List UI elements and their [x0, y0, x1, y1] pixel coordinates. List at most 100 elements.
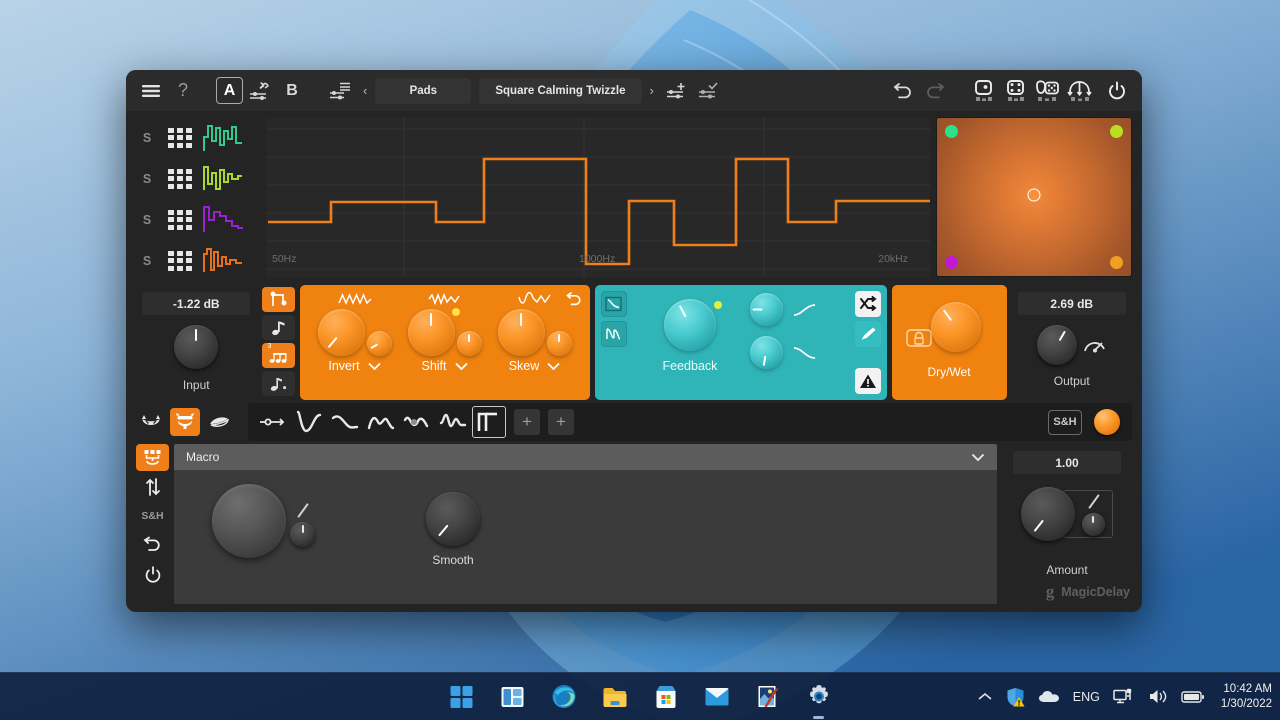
- pen-tool-icon[interactable]: [854, 321, 881, 347]
- shift-sub-knob[interactable]: [456, 331, 482, 356]
- redo-arrow-icon[interactable]: [920, 77, 950, 104]
- macro-mod-knob[interactable]: [290, 522, 315, 547]
- grid-pattern-icon[interactable]: [168, 168, 192, 189]
- copy-sliders-right-icon[interactable]: [245, 77, 275, 104]
- reset-arrow-icon[interactable]: [564, 289, 586, 309]
- cat-face-icon[interactable]: [136, 408, 166, 436]
- power-icon[interactable]: [1102, 77, 1132, 104]
- slot-a-button[interactable]: A: [216, 77, 243, 104]
- devil-face-icon[interactable]: [170, 408, 200, 436]
- feedback-knob[interactable]: [663, 299, 722, 351]
- sliders-list-icon[interactable]: [325, 77, 355, 104]
- curve-ease-out-icon[interactable]: [793, 303, 817, 317]
- output-value-field[interactable]: 2.69 dB: [1017, 292, 1126, 315]
- macro-routing-icon[interactable]: [136, 444, 169, 471]
- curve-ease-down-icon[interactable]: [793, 346, 817, 360]
- chevron-down-icon[interactable]: [971, 453, 985, 462]
- preset-name-chip[interactable]: Square Calming Twizzle: [479, 77, 642, 104]
- mod-meter-icon[interactable]: [1083, 334, 1107, 356]
- mod-assign-slash-icon[interactable]: [296, 503, 309, 518]
- feedback-damp-knob[interactable]: [749, 336, 783, 369]
- add-shape-button[interactable]: +: [514, 409, 540, 435]
- smooth-knob[interactable]: [426, 492, 480, 546]
- step-wave-icon[interactable]: [202, 164, 244, 194]
- onedrive-cloud-icon[interactable]: [1038, 690, 1060, 704]
- solo-button-1[interactable]: S: [136, 131, 158, 145]
- slot-b-button[interactable]: B: [277, 77, 307, 104]
- input-knob[interactable]: [174, 325, 219, 369]
- file-explorer-icon[interactable]: [602, 684, 628, 710]
- xy-cursor-handle[interactable]: [1027, 188, 1041, 202]
- dice-pair-icon[interactable]: [1032, 77, 1062, 104]
- macro-depth-knob[interactable]: [212, 484, 286, 558]
- sliders-check-icon[interactable]: [694, 77, 724, 104]
- v-dip-wave-icon[interactable]: [292, 406, 326, 438]
- solo-button-3[interactable]: S: [136, 213, 158, 227]
- random-morph-icon[interactable]: [1064, 77, 1094, 104]
- widgets-icon[interactable]: [500, 684, 526, 710]
- up-down-arrows-icon[interactable]: [136, 473, 169, 501]
- network-icon[interactable]: [1113, 688, 1135, 706]
- clock-widget[interactable]: 10:42 AM 1/30/2022: [1221, 682, 1272, 712]
- mod-assign-slash-icon[interactable]: [1088, 493, 1100, 509]
- chevron-up-icon[interactable]: [977, 691, 993, 703]
- lock-icon[interactable]: [905, 327, 932, 354]
- gentle-slope-wave-icon[interactable]: [328, 406, 362, 438]
- chevron-down-icon[interactable]: [454, 362, 468, 371]
- warning-triangle-icon[interactable]: [854, 368, 881, 394]
- dice-five-icon[interactable]: [1000, 77, 1030, 104]
- grid-pattern-icon[interactable]: [168, 209, 192, 230]
- language-indicator[interactable]: ENG: [1073, 690, 1100, 704]
- single-note-icon[interactable]: [261, 315, 295, 340]
- amount-knob[interactable]: [1021, 487, 1075, 541]
- bumpy-wave-icon[interactable]: [364, 406, 398, 438]
- amount-mod-knob[interactable]: [1081, 512, 1105, 536]
- shift-knob[interactable]: [407, 308, 460, 356]
- feedback-time-knob[interactable]: [749, 293, 783, 326]
- step-square-wave-icon[interactable]: [472, 406, 506, 438]
- settings-icon[interactable]: [806, 684, 832, 710]
- undo-arrow-icon[interactable]: [888, 77, 918, 104]
- defender-shield-warning-icon[interactable]: [1006, 687, 1025, 707]
- input-value-field[interactable]: -1.22 dB: [142, 292, 251, 315]
- prev-preset-button[interactable]: ‹: [357, 83, 373, 98]
- battery-icon[interactable]: [1181, 690, 1205, 704]
- filter-curve-icon[interactable]: [600, 291, 627, 317]
- drywet-knob[interactable]: [931, 302, 981, 352]
- xy-corner-dot-top-right[interactable]: [1110, 125, 1123, 138]
- chevron-down-icon[interactable]: [367, 362, 381, 371]
- macro-source-dropdown[interactable]: Macro: [174, 444, 997, 470]
- volume-icon[interactable]: [1148, 688, 1168, 705]
- grid-pattern-icon[interactable]: [168, 250, 192, 271]
- step-sequence-icon[interactable]: [261, 287, 295, 312]
- skew-knob[interactable]: [497, 309, 545, 356]
- preset-category-chip[interactable]: Pads: [375, 77, 472, 104]
- grid-pattern-icon[interactable]: [168, 127, 192, 148]
- mail-icon[interactable]: [704, 684, 730, 710]
- invert-knob[interactable]: [317, 309, 365, 356]
- undo-arrow-icon[interactable]: [136, 531, 169, 559]
- filter-slope-icon[interactable]: [600, 321, 627, 347]
- sample-point-icon[interactable]: [256, 406, 290, 438]
- xy-corner-dot-top-left[interactable]: [945, 125, 958, 138]
- invert-sub-knob[interactable]: [366, 331, 392, 356]
- add-lane-button[interactable]: +: [548, 409, 574, 435]
- sliders-plus-icon[interactable]: [662, 77, 692, 104]
- sample-hold-button[interactable]: S&H: [1048, 409, 1082, 435]
- start-button-icon[interactable]: [449, 684, 475, 710]
- help-button[interactable]: ?: [168, 77, 198, 104]
- dotted-bump-wave-icon[interactable]: [400, 406, 434, 438]
- skew-sub-knob[interactable]: [546, 331, 572, 356]
- step-wave-icon[interactable]: [202, 205, 244, 235]
- sample-hold-label-icon[interactable]: S&H: [136, 503, 169, 529]
- xy-morph-pad[interactable]: [936, 117, 1132, 277]
- solo-button-4[interactable]: S: [136, 254, 158, 268]
- dice-one-icon[interactable]: [968, 77, 998, 104]
- fox-face-icon[interactable]: [204, 408, 234, 436]
- solo-button-2[interactable]: S: [136, 172, 158, 186]
- xy-corner-dot-bottom-right[interactable]: [1110, 256, 1123, 269]
- frequency-step-display[interactable]: 50Hz 1000Hz 20kHz: [266, 117, 930, 277]
- step-wave-icon[interactable]: [202, 246, 244, 276]
- hamburger-menu-icon[interactable]: [136, 77, 166, 104]
- xy-corner-dot-bottom-left[interactable]: [945, 256, 958, 269]
